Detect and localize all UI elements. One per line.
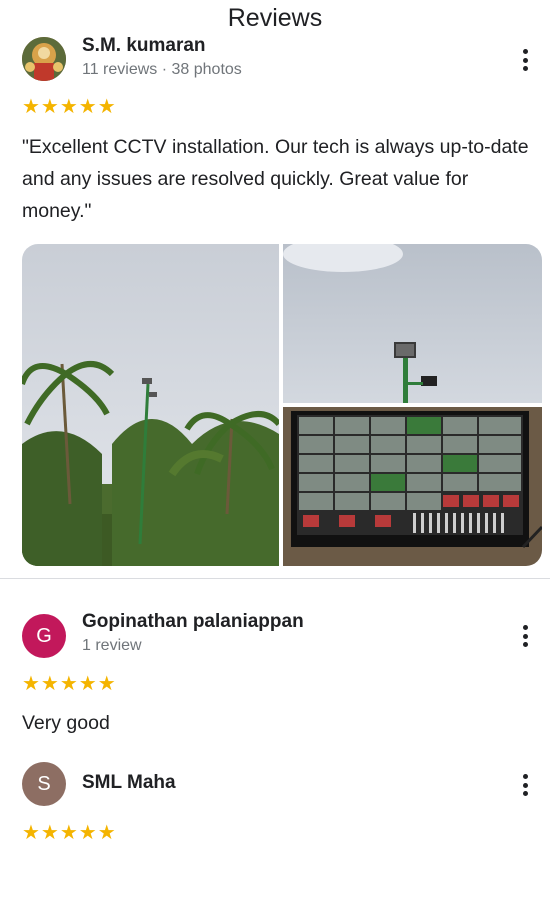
- more-options-button[interactable]: [514, 771, 536, 799]
- review-photos: [22, 244, 542, 566]
- avatar[interactable]: [22, 37, 66, 81]
- avatar[interactable]: G: [22, 614, 66, 658]
- avatar-letter: S: [37, 772, 51, 795]
- divider: [0, 578, 550, 579]
- reviewer-meta: 1 review: [82, 637, 142, 654]
- reviewer-name[interactable]: Gopinathan palaniappan: [82, 611, 304, 633]
- star-rating: ★★★★★: [22, 96, 117, 118]
- reviewer-name[interactable]: S.M. kumaran: [82, 35, 206, 57]
- coconut-palms-with-cctv-pole-photo[interactable]: [22, 244, 279, 566]
- reviewer-meta: 11 reviews · 38 photos: [82, 61, 242, 78]
- page-title: Reviews: [227, 4, 323, 32]
- star-rating: ★★★★★: [22, 822, 117, 844]
- avatar-letter: G: [36, 624, 52, 647]
- more-options-button[interactable]: [514, 622, 536, 650]
- avatar[interactable]: S: [22, 762, 66, 806]
- review-text: "Excellent CCTV installation. Our tech i…: [22, 136, 529, 222]
- reviewer-name[interactable]: SML Maha: [82, 772, 176, 794]
- more-options-button[interactable]: [514, 46, 536, 74]
- review-text: Very good: [22, 712, 110, 734]
- star-rating: ★★★★★: [22, 673, 117, 695]
- cctv-monitor-grid-photo[interactable]: [283, 407, 542, 566]
- avatar-photo-icon: [22, 37, 66, 81]
- cctv-camera-on-pole-photo[interactable]: [283, 244, 542, 403]
